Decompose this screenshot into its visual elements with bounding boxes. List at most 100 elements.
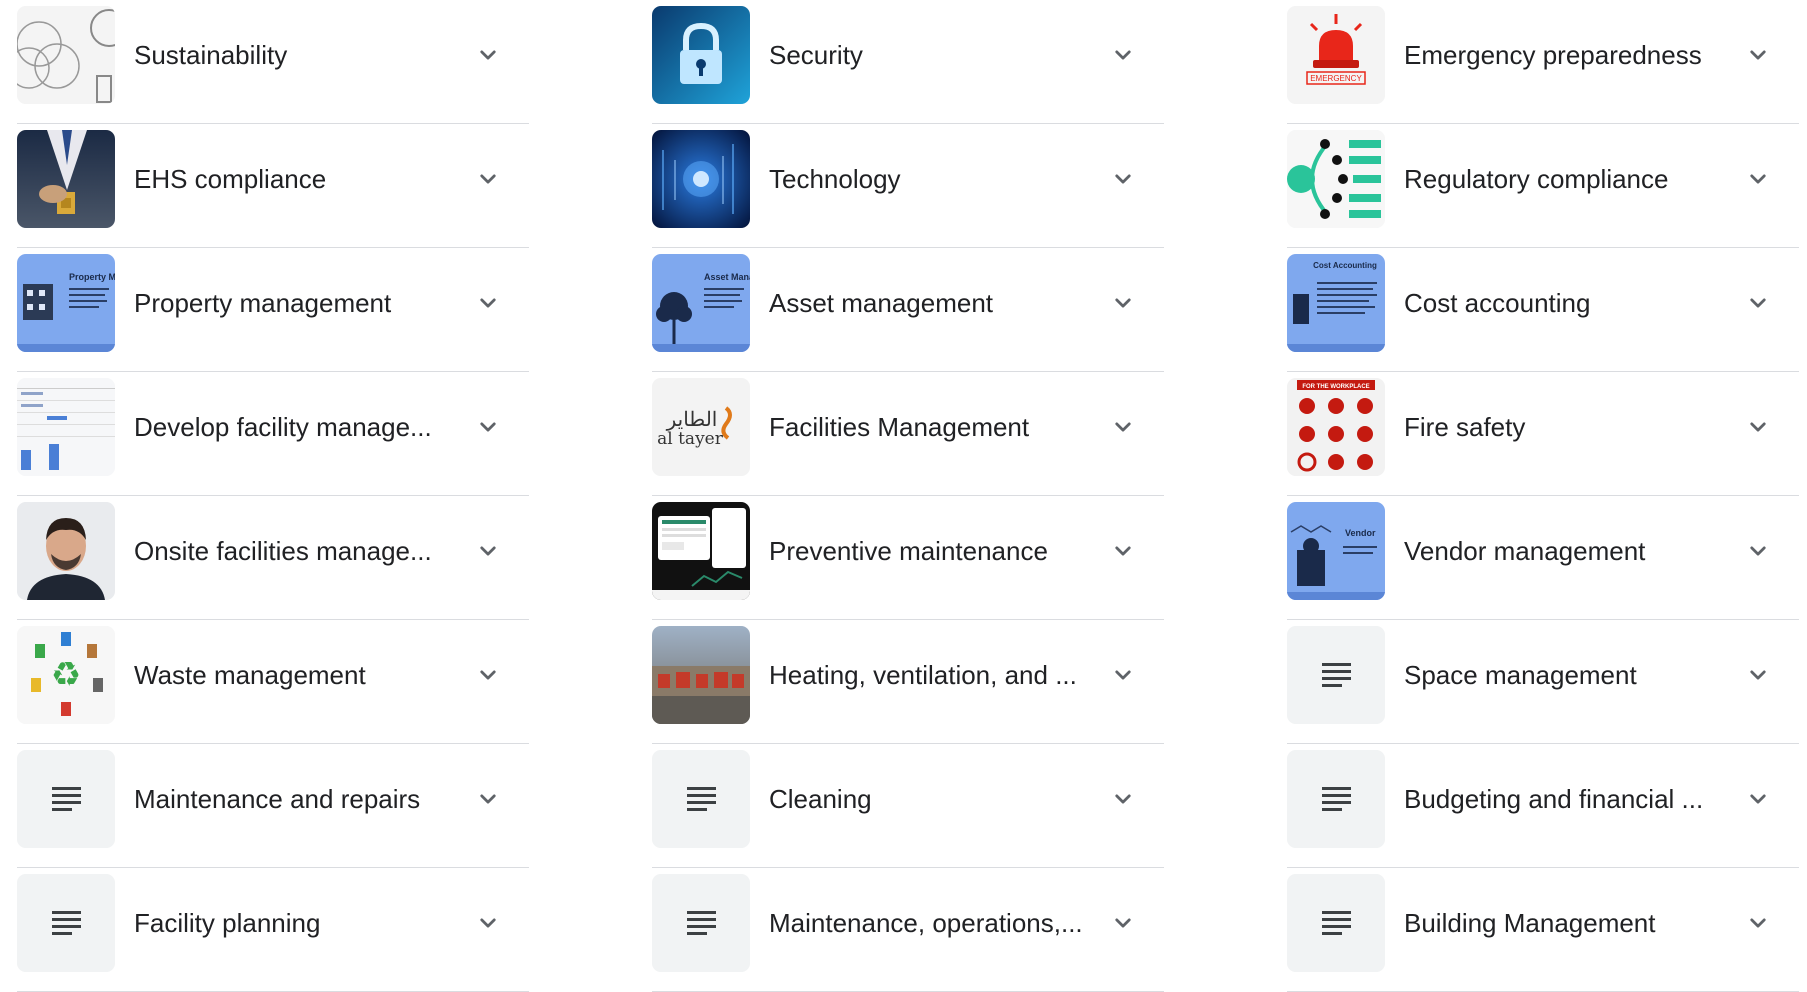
chevron-down-icon[interactable] xyxy=(1743,908,1773,938)
chevron-down-icon[interactable] xyxy=(1108,164,1138,194)
topic-row[interactable]: Develop facility manage... xyxy=(17,372,529,496)
topic-label: Emergency preparedness xyxy=(1404,40,1702,70)
topic-row[interactable]: Preventive maintenance xyxy=(652,496,1164,620)
topic-row[interactable]: ♻ Waste management xyxy=(17,620,529,744)
emergency-siren-thumbnail: EMERGENCY xyxy=(1287,6,1385,104)
topic-row[interactable]: EHS compliance xyxy=(17,124,529,248)
chevron-down-icon[interactable] xyxy=(1108,40,1138,70)
thumbnail-caption: Cost Accounting xyxy=(1313,261,1377,270)
topic-row[interactable]: Regulatory compliance xyxy=(1287,124,1799,248)
topic-row[interactable]: Maintenance, operations,... xyxy=(652,868,1164,992)
topic-row[interactable]: Facility planning xyxy=(17,868,529,992)
vendor-management-slide-thumbnail: Vendor xyxy=(1287,502,1385,600)
document-lines-icon xyxy=(1287,626,1385,724)
chevron-down-icon[interactable] xyxy=(473,908,503,938)
chevron-down-icon[interactable] xyxy=(473,164,503,194)
recycling-bins-thumbnail: ♻ xyxy=(17,626,115,724)
chevron-down-icon[interactable] xyxy=(1743,784,1773,814)
topic-label: Asset management xyxy=(769,288,994,318)
topic-row[interactable]: Security xyxy=(652,0,1164,124)
chevron-down-icon[interactable] xyxy=(1743,660,1773,690)
thumbnail-caption: Vendor xyxy=(1345,528,1376,538)
topic-label: Budgeting and financial ... xyxy=(1404,784,1704,814)
topic-label: Technology xyxy=(769,164,901,194)
topic-row[interactable]: FOR THE WORKPLACE Fire safety xyxy=(1287,372,1799,496)
cost-accounting-slide-thumbnail: Cost Accounting xyxy=(1287,254,1385,352)
chevron-down-icon[interactable] xyxy=(473,40,503,70)
chevron-down-icon[interactable] xyxy=(473,412,503,442)
topic-label: Building Management xyxy=(1404,908,1656,938)
svg-text:الطاير: الطاير xyxy=(666,407,718,431)
thumbnail-caption: EMERGENCY xyxy=(1310,74,1362,83)
topic-row[interactable]: Onsite facilities manage... xyxy=(17,496,529,620)
chevron-down-icon[interactable] xyxy=(1743,412,1773,442)
dashboard-screenshot-thumbnail xyxy=(652,502,750,600)
compliance-steps-diagram-thumbnail xyxy=(1287,130,1385,228)
chevron-down-icon[interactable] xyxy=(1108,908,1138,938)
topic-row[interactable]: الطاير al tayer Facilities Management xyxy=(652,372,1164,496)
sustainability-diagram-thumbnail xyxy=(17,6,115,104)
asset-management-slide-thumbnail: Asset Manageme xyxy=(652,254,750,352)
topic-label: Regulatory compliance xyxy=(1404,164,1669,194)
chevron-down-icon[interactable] xyxy=(1743,288,1773,318)
fire-safety-signs-thumbnail: FOR THE WORKPLACE xyxy=(1287,378,1385,476)
topic-label: Sustainability xyxy=(134,40,288,70)
topic-label: Facility planning xyxy=(134,908,321,938)
chevron-down-icon[interactable] xyxy=(473,660,503,690)
topic-label: Cleaning xyxy=(769,784,872,814)
property-management-slide-thumbnail: Property Manageme xyxy=(17,254,115,352)
topic-row[interactable]: Property Manageme Property management xyxy=(17,248,529,372)
document-lines-icon xyxy=(1287,874,1385,972)
topic-label: Maintenance and repairs xyxy=(134,784,421,814)
thumbnail-caption: Property Manageme xyxy=(69,272,115,282)
chevron-down-icon[interactable] xyxy=(1743,536,1773,566)
chevron-down-icon[interactable] xyxy=(1743,164,1773,194)
topic-row[interactable]: Sustainability xyxy=(17,0,529,124)
document-lines-icon xyxy=(17,750,115,848)
ehs-compliance-photo-thumbnail xyxy=(17,130,115,228)
topic-row[interactable]: Technology xyxy=(652,124,1164,248)
topic-row[interactable]: EMERGENCY Emergency preparedness xyxy=(1287,0,1799,124)
topic-label: Space management xyxy=(1404,660,1637,690)
person-portrait-thumbnail xyxy=(17,502,115,600)
chevron-down-icon[interactable] xyxy=(473,536,503,566)
topic-label: Vendor management xyxy=(1404,536,1646,566)
chevron-down-icon[interactable] xyxy=(1108,412,1138,442)
document-lines-icon xyxy=(652,750,750,848)
chevron-down-icon[interactable] xyxy=(1108,288,1138,318)
svg-text:♻: ♻ xyxy=(51,655,81,695)
topic-row[interactable]: Vendor Vendor management xyxy=(1287,496,1799,620)
thumbnail-caption: Asset Manageme xyxy=(704,272,750,282)
thumbnail-caption: al tayer xyxy=(657,429,724,449)
topic-label: Waste management xyxy=(134,660,366,690)
topic-label: Security xyxy=(769,40,863,70)
topic-label: Heating, ventilation, and ... xyxy=(769,660,1077,690)
topic-row[interactable]: Heating, ventilation, and ... xyxy=(652,620,1164,744)
chevron-down-icon[interactable] xyxy=(1108,784,1138,814)
document-lines-icon xyxy=(1287,750,1385,848)
chevron-down-icon[interactable] xyxy=(1108,536,1138,566)
al-tayer-logo-thumbnail: الطاير al tayer xyxy=(652,378,750,476)
topic-label: Preventive maintenance xyxy=(769,536,1048,566)
topic-label: EHS compliance xyxy=(134,164,327,194)
topic-grid: Sustainability EHS compliance Property Man… xyxy=(0,0,1807,992)
topic-row[interactable]: Asset Manageme Asset management xyxy=(652,248,1164,372)
chevron-down-icon[interactable] xyxy=(1743,40,1773,70)
topic-label: Develop facility manage... xyxy=(134,412,432,442)
topic-row[interactable]: Cleaning xyxy=(652,744,1164,868)
document-lines-icon xyxy=(652,874,750,972)
topic-label: Property management xyxy=(134,288,392,318)
padlock-thumbnail xyxy=(652,6,750,104)
chevron-down-icon[interactable] xyxy=(473,784,503,814)
topic-row[interactable]: Cost Accounting Cost accounting xyxy=(1287,248,1799,372)
topic-row[interactable]: Maintenance and repairs xyxy=(17,744,529,868)
topic-row[interactable]: Space management xyxy=(1287,620,1799,744)
chevron-down-icon[interactable] xyxy=(1108,660,1138,690)
topic-column: EMERGENCY Emergency preparedness Regulator… xyxy=(1287,0,1799,992)
topic-row[interactable]: Building Management xyxy=(1287,868,1799,992)
thumbnail-caption: FOR THE WORKPLACE xyxy=(1302,384,1369,390)
topic-label: Maintenance, operations,... xyxy=(769,908,1083,938)
topic-row[interactable]: Budgeting and financial ... xyxy=(1287,744,1799,868)
digital-technology-thumbnail xyxy=(652,130,750,228)
chevron-down-icon[interactable] xyxy=(473,288,503,318)
